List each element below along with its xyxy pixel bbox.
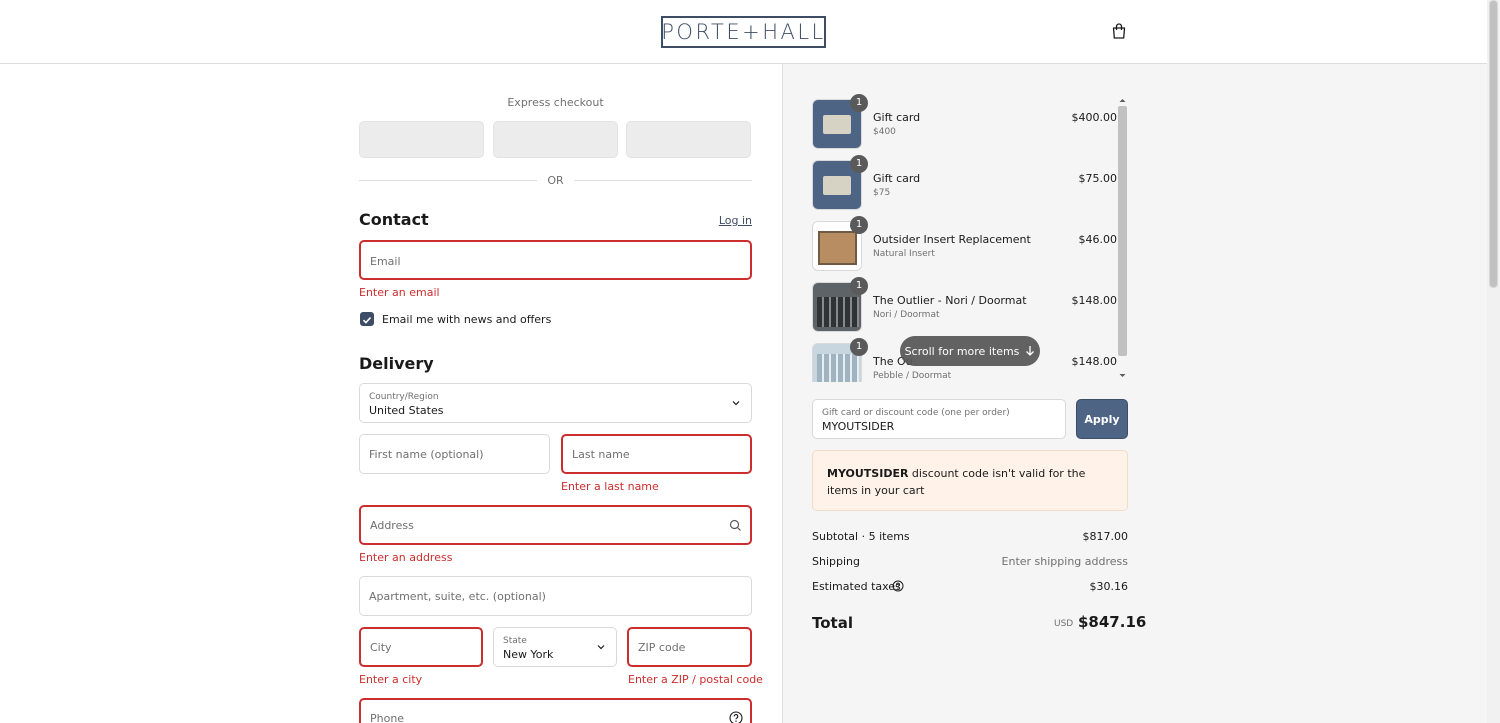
discount-error-notice: MYOUTSIDER discount code isn't valid for… [812,450,1128,511]
scroll-down-arrow-icon[interactable] [1118,372,1127,379]
zip-field[interactable]: ZIP code [627,627,752,667]
item-price: $75.00 [1078,172,1118,185]
quantity-badge: 1 [850,216,868,234]
contact-heading: Contact [359,210,429,229]
help-circle-icon[interactable] [729,711,743,723]
item-name: Outsider Insert Replacement [873,233,1031,246]
store-logo[interactable]: PORTE+HALL [661,16,826,48]
apartment-placeholder: Apartment, suite, etc. (optional) [369,590,546,603]
taxes-value: $30.16 [1089,580,1129,593]
first-name-field[interactable]: First name (optional) [359,434,550,474]
quantity-badge: 1 [850,155,868,173]
item-variant: Nori / Doormat [873,310,940,320]
header: PORTE+HALL [0,0,1487,64]
checkmark-icon [362,317,372,324]
express-checkout-title: Express checkout [507,96,604,109]
apartment-field[interactable]: Apartment, suite, etc. (optional) [359,576,752,616]
chevron-down-icon [597,645,605,650]
zip-error: Enter a ZIP / postal code [628,673,763,686]
apply-button[interactable]: Apply [1076,399,1128,439]
search-icon [729,519,741,531]
email-field[interactable]: Email [359,240,752,280]
total-currency: USD [1054,619,1074,629]
order-item: 1 The Outlier - Nori / Doormat Nori / Do… [812,277,1118,332]
discount-code-field[interactable]: Gift card or discount code (one per orde… [812,399,1066,439]
subtotal-value: $817.00 [1082,530,1129,543]
item-name: Gift card [873,111,921,124]
state-label: State [503,636,527,646]
item-variant: $400 [873,127,896,137]
state-value: New York [503,648,554,661]
item-name: Gift card [873,172,921,185]
last-name-placeholder: Last name [572,448,630,461]
scroll-up-arrow-icon[interactable] [1118,97,1127,104]
order-item: 1 Gift card $75 $75.00 [812,155,1118,210]
order-item: 1 Outsider Insert Replacement Natural In… [812,216,1118,271]
notice-code: MYOUTSIDER [827,467,909,480]
last-name-error: Enter a last name [561,480,659,493]
zip-placeholder: ZIP code [638,641,686,654]
quantity-badge: 1 [850,277,868,295]
shopping-bag-icon[interactable] [1110,22,1128,40]
checkout-page: PORTE+HALL Express checkout OR Contact L… [0,0,1500,723]
item-price: $400.00 [1071,111,1118,124]
country-value: United States [369,404,444,417]
page-scrollbar-thumb[interactable] [1489,0,1498,288]
items-scrollbar-thumb[interactable] [1118,106,1127,356]
delivery-heading: Delivery [359,354,434,373]
or-divider: OR [359,174,752,188]
phone-placeholder: Phone [370,712,405,723]
arrow-down-icon [1026,346,1035,356]
page-scrollbar[interactable] [1487,0,1500,723]
email-error: Enter an email [359,286,440,299]
scroll-more-button[interactable]: Scroll for more items [900,336,1040,366]
city-error: Enter a city [359,673,423,686]
shipping-value: Enter shipping address [1001,555,1128,568]
subtotal-label: Subtotal · 5 items [812,530,910,543]
order-item: 1 Gift card $400 $400.00 [812,94,1118,149]
item-variant: $75 [873,188,891,198]
chevron-down-icon [732,401,740,406]
address-placeholder: Address [370,519,414,532]
address-field[interactable]: Address [359,505,752,545]
quantity-badge: 1 [850,338,868,356]
or-label: OR [547,174,564,187]
city-field[interactable]: City [359,627,483,667]
city-placeholder: City [370,641,392,654]
shipping-label: Shipping [812,555,860,568]
first-name-placeholder: First name (optional) [369,448,484,461]
item-price: $148.00 [1071,294,1118,307]
total-amount: $847.16 [1078,613,1147,631]
discount-value: MYOUTSIDER [822,420,895,433]
taxes-label: Estimated taxes [812,580,901,593]
help-circle-icon[interactable] [892,580,904,592]
state-select[interactable]: State New York [493,627,617,667]
item-price: $148.00 [1071,355,1118,368]
quantity-badge: 1 [850,94,868,112]
express-pay-button-3[interactable] [626,121,751,158]
country-select[interactable]: Country/Region United States [359,383,752,423]
phone-field[interactable]: Phone [359,698,752,723]
item-variant: Natural Insert [873,249,935,259]
last-name-field[interactable]: Last name [561,434,752,474]
divider-line-right [574,180,752,181]
newsletter-label: Email me with news and offers [382,313,552,326]
country-label: Country/Region [369,392,439,402]
express-pay-button-2[interactable] [493,121,618,158]
scroll-more-label: Scroll for more items [904,344,1020,358]
email-placeholder: Email [370,255,401,268]
newsletter-checkbox[interactable] [360,312,374,326]
login-link[interactable]: Log in [700,214,752,227]
address-error: Enter an address [359,551,453,564]
divider-line-left [359,180,537,181]
item-name: The Outlier - Nori / Doormat [873,294,1027,307]
items-scrollbar[interactable] [1117,97,1128,382]
item-price: $46.00 [1078,233,1118,246]
discount-label: Gift card or discount code (one per orde… [822,408,1010,418]
total-label: Total [812,614,853,632]
item-variant: Pebble / Doormat [873,371,952,381]
express-pay-button-1[interactable] [359,121,484,158]
